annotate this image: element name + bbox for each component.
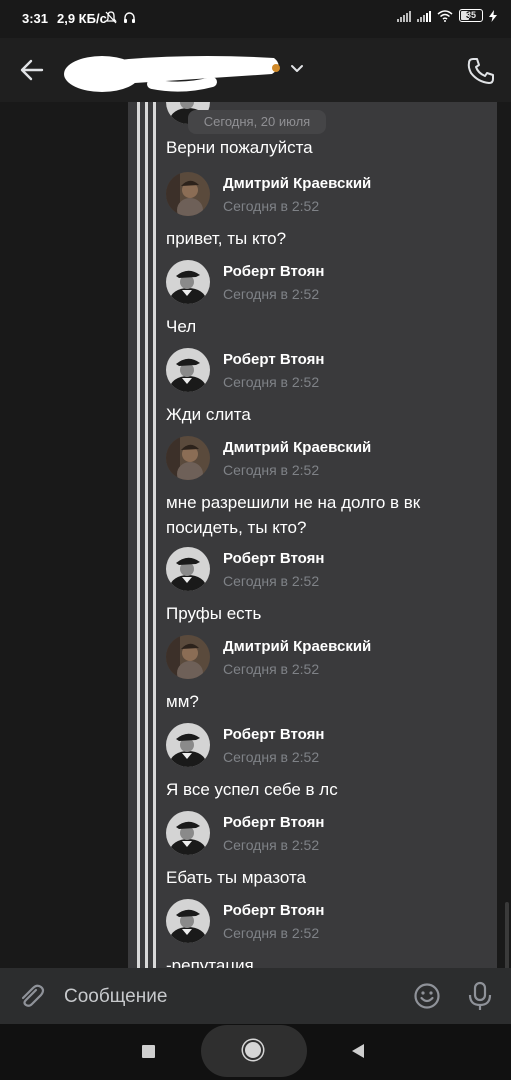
chevron-down-icon[interactable] bbox=[289, 60, 305, 76]
avatar[interactable] bbox=[166, 547, 210, 591]
smiley-icon[interactable] bbox=[413, 982, 441, 1010]
bell-off-icon bbox=[105, 11, 117, 24]
chat-header bbox=[0, 38, 511, 102]
arrow-left-icon[interactable] bbox=[18, 56, 46, 84]
back-button[interactable] bbox=[352, 1044, 364, 1058]
avatar[interactable] bbox=[166, 723, 210, 767]
home-icon bbox=[245, 1042, 261, 1058]
date-separator: Сегодня, 20 июля bbox=[188, 110, 326, 134]
message-header: Дмитрий Краевский Сегодня в 2:52 bbox=[166, 436, 486, 482]
wifi-icon bbox=[437, 9, 453, 22]
author-name[interactable]: Роберт Втоян bbox=[223, 726, 324, 743]
message-text: мне разрешили не на долго в вк bbox=[166, 493, 421, 512]
battery-icon: 35 bbox=[459, 9, 483, 22]
phone-icon[interactable] bbox=[466, 56, 496, 86]
headphones-icon bbox=[123, 12, 135, 23]
home-button[interactable] bbox=[201, 1025, 307, 1077]
message-text: привет, ты кто? bbox=[166, 229, 287, 248]
message-text: посидеть, ты кто? bbox=[166, 518, 307, 537]
message-header: Роберт Втоян Сегодня в 2:52 bbox=[166, 723, 486, 769]
divider-line bbox=[145, 102, 148, 968]
status-bar: 3:31 2,9 КБ/с 35 bbox=[0, 0, 511, 38]
message-timestamp: Сегодня в 2:52 bbox=[223, 573, 320, 589]
status-network-speed: 2,9 КБ/с bbox=[57, 11, 107, 26]
author-name[interactable]: Роберт Втоян bbox=[223, 351, 324, 368]
avatar[interactable] bbox=[166, 348, 210, 392]
avatar[interactable] bbox=[166, 436, 210, 480]
author-name[interactable]: Роберт Втоян bbox=[223, 550, 324, 567]
message-header: Роберт Втоян Сегодня в 2:52 bbox=[166, 899, 486, 945]
message-text: Жди слита bbox=[166, 405, 251, 424]
message-header: Роберт Втоян Сегодня в 2:52 bbox=[166, 348, 486, 394]
signal-icon-sim2 bbox=[417, 10, 431, 22]
author-name[interactable]: Роберт Втоян bbox=[223, 263, 324, 280]
message-timestamp: Сегодня в 2:52 bbox=[223, 462, 320, 478]
message-timestamp: Сегодня в 2:52 bbox=[223, 286, 320, 302]
scrollbar[interactable] bbox=[505, 902, 509, 968]
message-header: Роберт Втоян Сегодня в 2:52 bbox=[166, 811, 486, 857]
message-text: мм? bbox=[166, 692, 199, 711]
avatar[interactable] bbox=[166, 260, 210, 304]
message-header: Роберт Втоян Сегодня в 2:52 bbox=[166, 260, 486, 306]
message-header: Дмитрий Краевский Сегодня в 2:52 bbox=[166, 635, 486, 681]
message-header: Дмитрий Краевский Сегодня в 2:52 bbox=[166, 172, 486, 218]
notification-icons bbox=[105, 9, 136, 25]
message-timestamp: Сегодня в 2:52 bbox=[223, 925, 320, 941]
battery-level: 35 bbox=[465, 10, 476, 20]
message-text: -репутация bbox=[166, 956, 254, 968]
message-timestamp: Сегодня в 2:52 bbox=[223, 749, 320, 765]
divider-line bbox=[137, 102, 140, 968]
divider-line bbox=[153, 102, 156, 968]
author-name[interactable]: Дмитрий Краевский bbox=[223, 638, 371, 655]
avatar[interactable] bbox=[166, 899, 210, 943]
author-name[interactable]: Роберт Втоян bbox=[223, 814, 324, 831]
message-header: Роберт Втоян Сегодня в 2:52 bbox=[166, 547, 486, 593]
charging-icon bbox=[489, 9, 497, 22]
message-text: Пруфы есть bbox=[166, 604, 262, 623]
avatar[interactable] bbox=[166, 172, 210, 216]
message-input[interactable]: Сообщение bbox=[64, 986, 167, 1008]
message-text: Чел bbox=[166, 317, 197, 336]
avatar[interactable] bbox=[166, 811, 210, 855]
recents-button[interactable] bbox=[142, 1045, 155, 1058]
message-timestamp: Сегодня в 2:52 bbox=[223, 837, 320, 853]
system-nav-bar bbox=[0, 1024, 511, 1080]
message-timestamp: Сегодня в 2:52 bbox=[223, 374, 320, 390]
message-text: Ебать ты мразота bbox=[166, 868, 307, 887]
paperclip-icon[interactable] bbox=[16, 981, 46, 1011]
chat-area[interactable]: Сегодня, 20 июля Верни пожалуйста Дмитри… bbox=[0, 102, 511, 968]
redacted-chat-title[interactable] bbox=[62, 46, 282, 96]
microphone-icon[interactable] bbox=[466, 981, 494, 1011]
message-text: Я все успел себе в лс bbox=[166, 780, 338, 799]
signal-icon-sim1 bbox=[397, 10, 411, 22]
status-time: 3:31 bbox=[22, 11, 49, 26]
message-timestamp: Сегодня в 2:52 bbox=[223, 661, 320, 677]
avatar[interactable] bbox=[166, 635, 210, 679]
author-name[interactable]: Дмитрий Краевский bbox=[223, 175, 371, 192]
message-timestamp: Сегодня в 2:52 bbox=[223, 198, 320, 214]
author-name[interactable]: Дмитрий Краевский bbox=[223, 439, 371, 456]
author-name[interactable]: Роберт Втоян bbox=[223, 902, 324, 919]
message-text: Верни пожалуйста bbox=[166, 138, 313, 157]
message-composer: Сообщение bbox=[0, 968, 511, 1024]
